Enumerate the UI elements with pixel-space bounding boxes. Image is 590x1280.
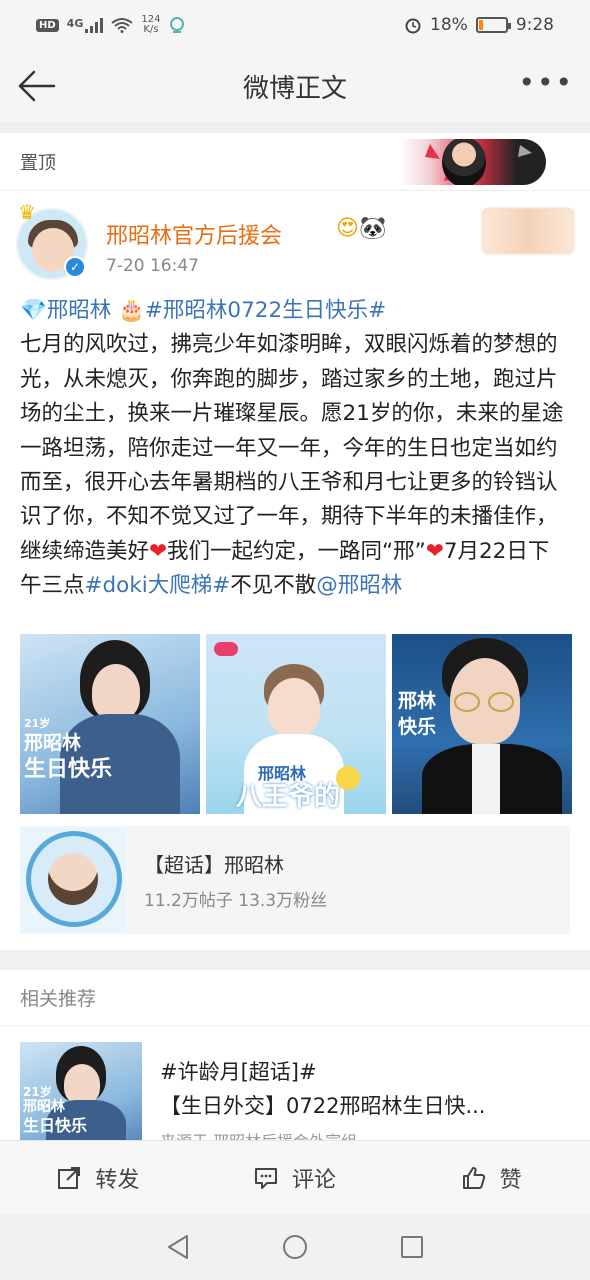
- pinned-bar[interactable]: 置顶: [0, 133, 590, 191]
- follow-button-blurred[interactable]: [482, 208, 574, 254]
- crown-face-emoji-icon: 😍: [336, 216, 359, 241]
- doki-hashtag[interactable]: #doki大爬梯#: [85, 573, 231, 598]
- crown-icon: ♛: [18, 200, 36, 224]
- comment-button[interactable]: 评论: [197, 1141, 394, 1214]
- post-body: 💎邢昭林 🎂#邢昭林0722生日快乐# 七月的风吹过，拂亮少年如漆明眸，双眼闪烁…: [20, 294, 570, 604]
- pinned-avatar: [442, 139, 486, 185]
- pinned-label: 置顶: [20, 152, 56, 174]
- cake-icon: 🎂: [118, 298, 145, 323]
- related-heading: 相关推荐: [0, 970, 590, 1026]
- repost-label: 转发: [95, 1167, 140, 1193]
- clock: 9:28: [515, 15, 554, 35]
- network-label: 4G: [66, 17, 84, 30]
- super-topic-avatar: [20, 827, 126, 933]
- related-thumbnail: 21岁 邢昭林 生日快乐: [20, 1042, 142, 1140]
- related-hashtag: #许龄月[超话]#: [160, 1060, 317, 1084]
- post-text: 我们一起约定，一路同“邢”: [167, 538, 426, 564]
- thumbs-up-icon: [462, 1166, 485, 1189]
- image-text: 邢昭林: [24, 732, 82, 754]
- post-time: 7-20 16:47: [106, 256, 199, 276]
- battery-icon: [475, 17, 511, 33]
- status-bar: HD 4G 124 K/s 18% 9:28: [0, 0, 590, 50]
- back-triangle-icon[interactable]: [165, 1233, 191, 1261]
- repost-button[interactable]: 转发: [0, 1141, 197, 1214]
- related-item[interactable]: 21岁 邢昭林 生日快乐 #许龄月[超话]# 【生日外交】0722邢昭林生日快.…: [20, 1040, 570, 1140]
- page-title: 微博正文: [242, 73, 347, 104]
- recents-square-icon[interactable]: [399, 1234, 425, 1260]
- verified-icon: ✓: [64, 256, 86, 278]
- related-source: 来源于 邢昭林后援会外宣组: [160, 1128, 357, 1140]
- app-notification-icon: [170, 17, 185, 33]
- logo-badge: [214, 642, 238, 656]
- post-image-1[interactable]: 21岁 邢昭林 生日快乐: [20, 634, 200, 814]
- diamond-icon: 💎: [20, 298, 47, 323]
- divider: [0, 950, 590, 970]
- battery-percent: 18%: [430, 15, 468, 35]
- repost-icon: [58, 1166, 81, 1189]
- image-text: 21岁: [24, 717, 51, 730]
- image-text: 邢林: [398, 690, 437, 712]
- image-text: 邢昭林: [258, 764, 307, 783]
- author-badges: 😍🐼: [336, 216, 386, 241]
- system-nav-bar: [0, 1214, 590, 1280]
- post-image-3[interactable]: 邢林 快乐: [392, 634, 572, 814]
- back-arrow-icon[interactable]: [16, 68, 56, 104]
- top-nav-bar: 微博正文 •••: [0, 50, 590, 122]
- birthday-hashtag[interactable]: #邢昭林0722生日快乐#: [145, 298, 386, 323]
- super-topic-title: 【超话】邢昭林: [144, 853, 284, 877]
- image-text: 快乐: [398, 716, 437, 738]
- post-images: 21岁 邢昭林 生日快乐 邢昭林 八王爷的 邢林 快乐: [20, 634, 572, 814]
- divider: [0, 122, 590, 133]
- wifi-icon: [111, 18, 133, 33]
- panda-icon: 🐼: [358, 216, 387, 241]
- author-name[interactable]: 邢昭林官方后援会: [106, 218, 282, 250]
- related-title: 【生日外交】0722邢昭林生日快...: [160, 1094, 486, 1118]
- signal-icon: [85, 17, 104, 33]
- image-text: 八王爷的: [236, 782, 341, 812]
- post-text: 七月的风吹过，拂亮少年如漆明眸，双眼闪烁着的梦想的光，从未熄灭，你奔跑的脚步，踏…: [20, 332, 564, 564]
- like-button[interactable]: 赞: [393, 1141, 590, 1214]
- home-circle-icon[interactable]: [281, 1233, 309, 1261]
- mention-link[interactable]: @邢昭林: [316, 573, 402, 598]
- like-label: 赞: [499, 1167, 522, 1193]
- pinned-banner-image[interactable]: [400, 139, 546, 185]
- hd-badge: HD: [36, 18, 59, 32]
- heart-icon: ❤: [425, 538, 444, 564]
- heart-icon: ❤: [149, 538, 168, 564]
- super-topic-stats: 11.2万帖子 13.3万粉丝: [144, 891, 328, 911]
- super-topic-card[interactable]: 【超话】邢昭林 11.2万帖子 13.3万粉丝: [20, 826, 570, 934]
- network-speed: 124 K/s: [141, 14, 161, 35]
- action-bar: 转发 评论 赞: [0, 1140, 590, 1214]
- super-topic-link[interactable]: 💎邢昭林: [20, 298, 111, 323]
- post-image-2[interactable]: 邢昭林 八王爷的: [206, 634, 386, 814]
- comment-label: 评论: [292, 1167, 337, 1193]
- post-text: 不见不散: [230, 573, 317, 599]
- image-text: 生日快乐: [24, 757, 113, 782]
- alarm-icon: [405, 18, 421, 34]
- post-header: ♛ ✓ 邢昭林官方后援会 😍🐼 7-20 16:47: [16, 200, 576, 290]
- comment-icon: [255, 1167, 277, 1189]
- more-options-icon[interactable]: •••: [518, 69, 574, 97]
